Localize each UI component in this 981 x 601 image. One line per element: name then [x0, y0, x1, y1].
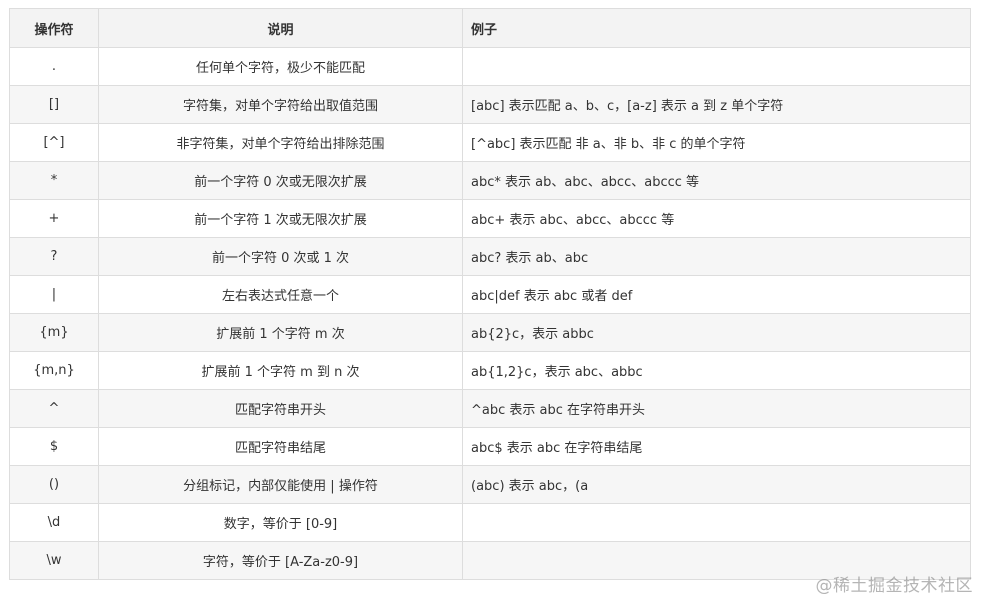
operator-cell: $ [9, 427, 99, 466]
table-row: () 分组标记，内部仅能使用 | 操作符 (abc) 表示 abc，(a [9, 465, 971, 504]
example-cell [462, 47, 971, 86]
example-cell: abc+ 表示 abc、abcc、abccc 等 [462, 199, 971, 238]
header-example: 例子 [462, 8, 971, 48]
example-cell: abc? 表示 ab、abc [462, 237, 971, 276]
operator-cell: [^] [9, 123, 99, 162]
example-cell: (abc) 表示 abc，(a [462, 465, 971, 504]
table-row: | 左右表达式任意一个 abc|def 表示 abc 或者 def [9, 275, 971, 314]
example-cell: ^abc 表示 abc 在字符串开头 [462, 389, 971, 428]
watermark: @稀土掘金技术社区 [815, 576, 973, 596]
table-row: . 任何单个字符，极少不能匹配 [9, 47, 971, 86]
description-cell: 数字，等价于 [0-9] [98, 503, 463, 542]
header-description: 说明 [98, 8, 463, 48]
operator-cell: () [9, 465, 99, 504]
operator-cell: * [9, 161, 99, 200]
description-cell: 扩展前 1 个字符 m 到 n 次 [98, 351, 463, 390]
description-cell: 匹配字符串结尾 [98, 427, 463, 466]
description-cell: 字符，等价于 [A-Za-z0-9] [98, 541, 463, 580]
table-body: . 任何单个字符，极少不能匹配[] 字符集，对单个字符给出取值范围 [abc] 表示匹… [9, 47, 971, 580]
table-header-row: 操作符 说明 例子 [9, 8, 971, 48]
table-row: ^ 匹配字符串开头 ^abc 表示 abc 在字符串开头 [9, 389, 971, 428]
operator-cell: ^ [9, 389, 99, 428]
operator-cell: + [9, 199, 99, 238]
operator-cell: \d [9, 503, 99, 542]
table-row: \d 数字，等价于 [0-9] [9, 503, 971, 542]
description-cell: 匹配字符串开头 [98, 389, 463, 428]
example-cell: abc$ 表示 abc 在字符串结尾 [462, 427, 971, 466]
example-cell: [^abc] 表示匹配 非 a、非 b、非 c 的单个字符 [462, 123, 971, 162]
description-cell: 任何单个字符，极少不能匹配 [98, 47, 463, 86]
table-row: * 前一个字符 0 次或无限次扩展 abc* 表示 ab、abc、abcc、abcc… [9, 161, 971, 200]
operator-cell: . [9, 47, 99, 86]
table-row: $ 匹配字符串结尾 abc$ 表示 abc 在字符串结尾 [9, 427, 971, 466]
description-cell: 扩展前 1 个字符 m 次 [98, 313, 463, 352]
description-cell: 前一个字符 0 次或无限次扩展 [98, 161, 463, 200]
description-cell: 前一个字符 0 次或 1 次 [98, 237, 463, 276]
operator-cell: | [9, 275, 99, 314]
table-row: {m,n} 扩展前 1 个字符 m 到 n 次 ab{1,2}c，表示 abc、ab… [9, 351, 971, 390]
description-cell: 左右表达式任意一个 [98, 275, 463, 314]
table-row: ? 前一个字符 0 次或 1 次 abc? 表示 ab、abc [9, 237, 971, 276]
example-cell: [abc] 表示匹配 a、b、c，[a-z] 表示 a 到 z 单个字符 [462, 85, 971, 124]
regex-operator-table: 操作符 说明 例子 . 任何单个字符，极少不能匹配[] 字符集，对单个字符给出取值范… [9, 8, 971, 580]
header-operator: 操作符 [9, 8, 99, 48]
description-cell: 非字符集，对单个字符给出排除范围 [98, 123, 463, 162]
operator-cell: {m} [9, 313, 99, 352]
example-cell: ab{1,2}c，表示 abc、abbc [462, 351, 971, 390]
example-cell [462, 503, 971, 542]
description-cell: 分组标记，内部仅能使用 | 操作符 [98, 465, 463, 504]
example-cell: abc* 表示 ab、abc、abcc、abccc 等 [462, 161, 971, 200]
operator-cell: {m,n} [9, 351, 99, 390]
operator-cell: \w [9, 541, 99, 580]
table-row: {m} 扩展前 1 个字符 m 次 ab{2}c，表示 abbc [9, 313, 971, 352]
description-cell: 前一个字符 1 次或无限次扩展 [98, 199, 463, 238]
operator-cell: [] [9, 85, 99, 124]
table-row: + 前一个字符 1 次或无限次扩展 abc+ 表示 abc、abcc、abccc 等 [9, 199, 971, 238]
table-row: [^] 非字符集，对单个字符给出排除范围 [^abc] 表示匹配 非 a、非 b、非… [9, 123, 971, 162]
operator-cell: ? [9, 237, 99, 276]
table-row: [] 字符集，对单个字符给出取值范围 [abc] 表示匹配 a、b、c，[a-z] … [9, 85, 971, 124]
example-cell: abc|def 表示 abc 或者 def [462, 275, 971, 314]
description-cell: 字符集，对单个字符给出取值范围 [98, 85, 463, 124]
example-cell: ab{2}c，表示 abbc [462, 313, 971, 352]
